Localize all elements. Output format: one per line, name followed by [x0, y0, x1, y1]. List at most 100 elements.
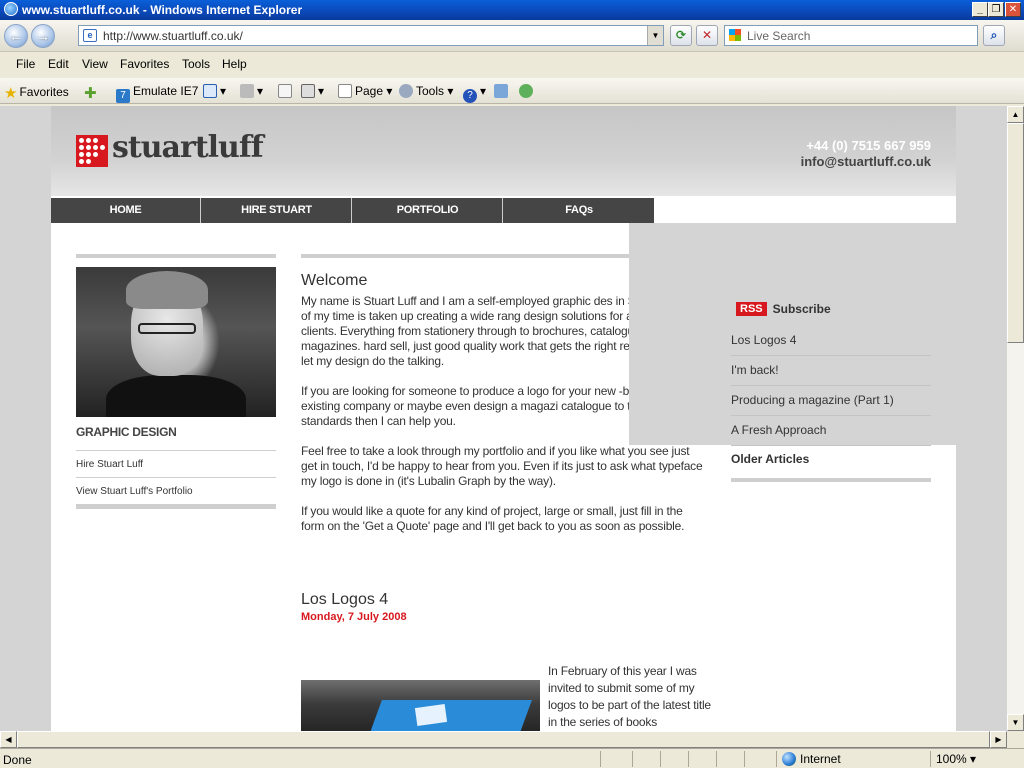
page-icon [338, 84, 352, 98]
star-icon: ★ [4, 85, 18, 102]
menu-edit[interactable]: Edit [48, 57, 69, 71]
nav-hire-stuart[interactable]: HIRE STUART [202, 198, 352, 223]
article-link[interactable]: Los Logos 4 [731, 326, 931, 356]
mail-icon [278, 84, 292, 98]
menu-favorites[interactable]: Favorites [120, 57, 169, 71]
welcome-paragraph: Feel free to take a look through my port… [301, 444, 703, 488]
welcome-paragraph: If you would like a quote for any kind o… [301, 504, 685, 533]
search-box[interactable]: Live Search [724, 25, 978, 46]
site-navigation: HOME HIRE STUART PORTFOLIO FAQs [51, 198, 654, 223]
horizontal-scrollbar[interactable]: ◀ ▶ [0, 731, 1007, 748]
favorites-bar: ★ Favorites ✚ 7 Emulate IE7 ▾ ▾ ▾ Page ▾ T… [0, 78, 1024, 104]
address-dropdown-icon[interactable]: ▼ [647, 26, 663, 45]
nav-home[interactable]: HOME [51, 198, 201, 223]
web-viewport: stuartluff +44 (0) 7515 667 959 info@stu… [0, 106, 1007, 731]
menu-help[interactable]: Help [222, 57, 247, 71]
feeds-button[interactable]: ▾ [240, 84, 263, 98]
older-articles-link[interactable]: Older Articles [731, 446, 931, 466]
link-hire-stuart[interactable]: Hire Stuart Luff [76, 450, 276, 478]
ie-icon [4, 2, 18, 16]
divider [76, 254, 276, 258]
site-header: stuartluff +44 (0) 7515 667 959 info@stu… [51, 106, 956, 196]
rss-icon: RSS [736, 302, 767, 316]
live-search-logo-icon [729, 29, 741, 41]
scroll-down-icon[interactable]: ▼ [1007, 714, 1024, 731]
emulate-icon: 7 [116, 89, 130, 103]
close-button[interactable]: ✕ [1005, 2, 1021, 17]
email-link[interactable]: info@stuartluff.co.uk [801, 154, 931, 170]
horizontal-scroll-thumb[interactable] [17, 731, 990, 748]
vertical-scroll-thumb[interactable] [1007, 123, 1024, 343]
vertical-scrollbar[interactable]: ▲ ▼ [1007, 106, 1024, 731]
home-icon [203, 84, 217, 98]
menu-view[interactable]: View [82, 57, 108, 71]
forward-button[interactable]: → [31, 24, 55, 48]
site-logo-text[interactable]: stuartluff [112, 130, 264, 165]
messenger-button[interactable] [519, 84, 536, 98]
post-image [301, 680, 540, 731]
add-favorite-icon: ✚ [84, 85, 97, 102]
stuartluff-logo-icon[interactable] [76, 135, 108, 167]
subscribe-link[interactable]: RSS Subscribe [731, 302, 931, 320]
post-excerpt: In February of this year I was invited t… [548, 664, 711, 729]
help-icon: ? [463, 89, 477, 103]
scroll-corner [1007, 731, 1024, 748]
globe-icon [782, 752, 796, 766]
address-bar[interactable]: e http://www.stuartluff.co.uk/ ▼ [78, 25, 664, 46]
profile-photo [76, 267, 276, 417]
tools-menu-button[interactable]: Tools ▾ [399, 84, 453, 98]
mail-button[interactable] [278, 84, 295, 98]
refresh-button[interactable]: ⟳ [670, 25, 692, 46]
feeds-icon [240, 84, 254, 98]
page-menu-button[interactable]: Page ▾ [338, 84, 392, 98]
print-button[interactable]: ▾ [301, 84, 324, 98]
menu-tools[interactable]: Tools [182, 57, 210, 71]
restore-button[interactable]: ❐ [988, 2, 1004, 17]
divider [76, 505, 276, 509]
address-url[interactable]: http://www.stuartluff.co.uk/ [103, 29, 243, 43]
left-sidebar: GRAPHIC DESIGN Hire Stuart Luff View Stu… [76, 254, 276, 509]
divider [731, 478, 931, 482]
security-zone[interactable]: Internet [782, 752, 841, 766]
menu-file[interactable]: File [16, 57, 35, 71]
phone-number: +44 (0) 7515 667 959 [806, 138, 931, 153]
gear-icon [399, 84, 413, 98]
right-sidebar: RSS Subscribe Los Logos 4 I'm back! Produ… [731, 302, 931, 482]
research-button[interactable] [494, 84, 511, 98]
article-link[interactable]: Producing a magazine (Part 1) [731, 386, 931, 416]
emulate-ie7-button[interactable]: 7 Emulate IE7 [116, 84, 198, 103]
print-icon [301, 84, 315, 98]
nav-portfolio[interactable]: PORTFOLIO [353, 198, 503, 223]
status-text: Done [3, 753, 32, 767]
navigation-bar: ← → e http://www.stuartluff.co.uk/ ▼ ⟳ ✕… [0, 20, 1024, 52]
menu-bar: File Edit View Favorites Tools Help [0, 53, 1024, 75]
page-icon: e [83, 29, 97, 42]
scroll-left-icon[interactable]: ◀ [0, 731, 17, 748]
post-date: Monday, 7 July 2008 [301, 611, 407, 623]
scroll-right-icon[interactable]: ▶ [990, 731, 1007, 748]
favorites-button[interactable]: ★ Favorites [4, 84, 69, 102]
article-link[interactable]: A Fresh Approach [731, 416, 931, 446]
minimize-button[interactable]: _ [972, 2, 988, 17]
help-button[interactable]: ? ▾ [463, 84, 486, 103]
article-link[interactable]: I'm back! [731, 356, 931, 386]
messenger-icon [519, 84, 533, 98]
search-input[interactable]: Live Search [747, 29, 810, 43]
add-favorite-button[interactable]: ✚ [84, 84, 99, 102]
post-title[interactable]: Los Logos 4 [301, 591, 706, 609]
scroll-up-icon[interactable]: ▲ [1007, 106, 1024, 123]
home-button[interactable]: ▾ [203, 84, 226, 98]
subscribe-label: Subscribe [772, 302, 831, 316]
zoom-level[interactable]: 100% ▾ [936, 752, 976, 766]
link-portfolio[interactable]: View Stuart Luff's Portfolio [76, 478, 276, 505]
status-bar: Done Internet 100% ▾ [0, 748, 1024, 768]
contact-info: +44 (0) 7515 667 959 info@stuartluff.co.… [801, 138, 931, 170]
nav-faqs[interactable]: FAQs [504, 198, 654, 223]
site-page: stuartluff +44 (0) 7515 667 959 info@stu… [51, 106, 956, 731]
window-titlebar: www.stuartluff.co.uk - Windows Internet … [0, 0, 1024, 20]
back-button[interactable]: ← [4, 24, 28, 48]
window-title: www.stuartluff.co.uk - Windows Internet … [22, 3, 303, 17]
search-go-button[interactable]: ⌕ [983, 25, 1005, 46]
sidebar-heading: GRAPHIC DESIGN [76, 425, 177, 439]
stop-button[interactable]: ✕ [696, 25, 718, 46]
